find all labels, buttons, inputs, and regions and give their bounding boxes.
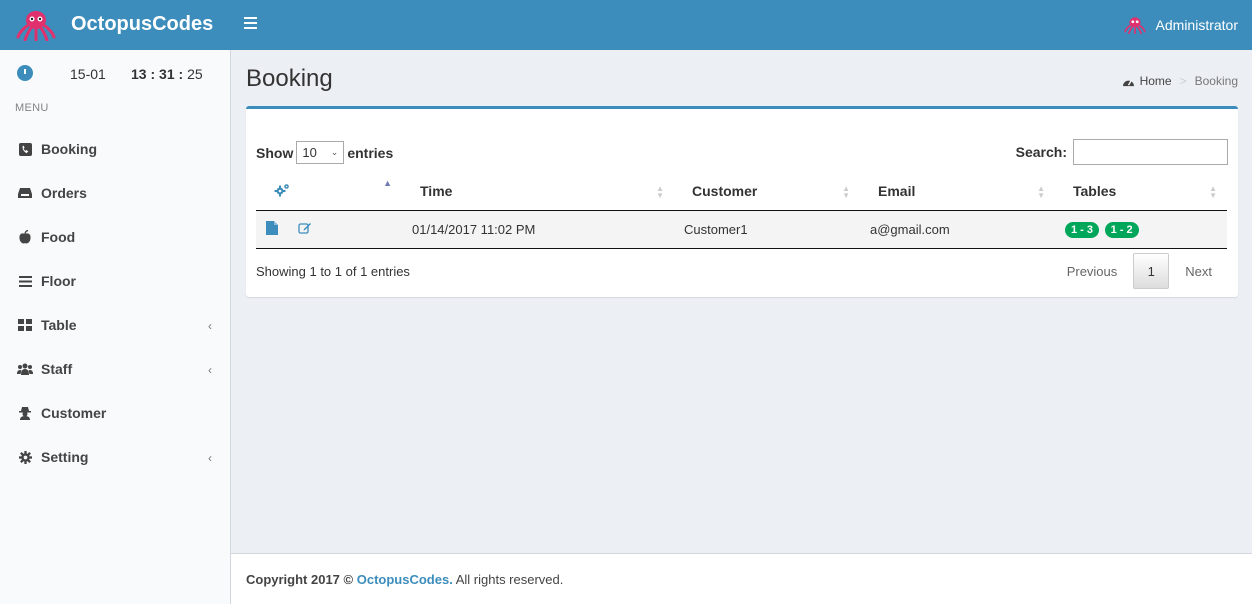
user-secret-icon — [17, 405, 33, 421]
page-title: Booking — [246, 65, 333, 92]
sort-both-icon: ▲ ▼ — [1037, 184, 1045, 200]
sort-both-icon: ▲ ▼ — [1209, 184, 1217, 200]
entries-length-control: Show 10 ⌄ entries — [256, 141, 393, 164]
sidebar-item-label: Orders — [41, 185, 87, 201]
brand-logo-area[interactable]: OctopusCodes — [0, 0, 230, 50]
hamburger-line-icon — [244, 22, 257, 24]
clock-seconds: 25 — [187, 66, 203, 82]
dashboard-icon — [1122, 79, 1134, 86]
column-header-time[interactable]: Time ▲ ▼ — [402, 173, 674, 211]
sidebar-item-table[interactable]: Table ‹ — [0, 303, 230, 347]
gear-icon — [17, 449, 33, 465]
sidebar-menu: Booking Orders Food Floor Table ‹ Staff … — [0, 127, 230, 479]
top-navbar: OctopusCodes Administrator — [0, 0, 1252, 50]
sidebar-item-booking[interactable]: Booking — [0, 127, 230, 171]
breadcrumb-home-link[interactable]: Home — [1122, 74, 1172, 88]
sidebar-item-food[interactable]: Food — [0, 215, 230, 259]
edit-icon[interactable] — [297, 221, 312, 235]
sidebar-item-staff[interactable]: Staff ‹ — [0, 347, 230, 391]
file-icon[interactable] — [266, 220, 278, 235]
column-header-actions[interactable]: ▲ — [256, 173, 402, 211]
hamburger-line-icon — [244, 27, 257, 29]
entries-select[interactable]: 10 ⌄ — [296, 141, 345, 164]
breadcrumb-home-label: Home — [1139, 74, 1172, 88]
cell-time: 01/14/2017 11:02 PM — [402, 210, 674, 249]
sidebar-item-customer[interactable]: Customer — [0, 391, 230, 435]
sidebar-item-label: Setting — [41, 449, 89, 465]
octopus-logo-icon — [16, 11, 56, 41]
booking-table-box: Show 10 ⌄ entries Search: ▲ Time ▲ ▼ Cus… — [246, 106, 1238, 297]
copyright-suffix: All rights reserved. — [455, 572, 564, 587]
clock-icon — [17, 65, 33, 81]
users-icon — [17, 361, 33, 377]
search-label: Search: — [1015, 144, 1067, 160]
sidebar-item-orders[interactable]: Orders — [0, 171, 230, 215]
sidebar-item-label: Booking — [41, 141, 97, 157]
user-name: Administrator — [1155, 17, 1238, 33]
gears-icon — [274, 183, 289, 197]
chevron-down-icon: ⌄ — [330, 147, 339, 157]
breadcrumb-current: Booking — [1194, 74, 1238, 88]
chevron-left-icon: ‹ — [208, 363, 212, 377]
cell-customer: Customer1 — [674, 210, 860, 249]
sort-both-icon: ▲ ▼ — [842, 184, 850, 200]
footer: Copyright 2017 © OctopusCodes. All right… — [231, 553, 1252, 604]
user-avatar-icon — [1123, 17, 1146, 34]
sidebar-clock: 15-01 13 : 31 : 25 — [0, 50, 230, 100]
chevron-left-icon: ‹ — [208, 319, 212, 333]
sidebar-item-floor[interactable]: Floor — [0, 259, 230, 303]
sidebar: 15-01 13 : 31 : 25 MENU Booking Orders F… — [0, 50, 231, 604]
sidebar-item-setting[interactable]: Setting ‹ — [0, 435, 230, 479]
copyright-text: Copyright 2017 © OctopusCodes. All right… — [246, 572, 563, 587]
row-actions-cell — [256, 210, 402, 249]
sort-both-icon: ▲ ▼ — [656, 184, 664, 200]
copyright-prefix: Copyright 2017 © — [246, 572, 354, 587]
entries-label: entries — [347, 144, 394, 161]
pagination-next-button[interactable]: Next — [1169, 253, 1228, 289]
show-label: Show — [256, 144, 294, 161]
pagination-page-button[interactable]: 1 — [1133, 253, 1170, 289]
breadcrumb-separator: > — [1179, 74, 1187, 88]
entries-select-value: 10 — [302, 145, 317, 160]
footer-brand-link[interactable]: OctopusCodes. — [357, 572, 453, 587]
chevron-left-icon: ‹ — [208, 451, 212, 465]
brand-name: OctopusCodes — [71, 13, 214, 35]
breadcrumb: Home > Booking — [1122, 74, 1238, 88]
hamburger-line-icon — [244, 17, 257, 19]
clock-hours: 13 — [131, 66, 147, 82]
inbox-icon — [17, 185, 33, 201]
pagination-previous-button[interactable]: Previous — [1051, 253, 1134, 289]
column-header-email[interactable]: Email ▲ ▼ — [860, 173, 1055, 211]
clock-date: 15-01 — [70, 66, 106, 82]
menu-header: MENU — [15, 102, 49, 114]
table-header-row: ▲ Time ▲ ▼ Customer ▲ ▼ Email ▲ ▼ Tables… — [256, 173, 1227, 211]
grid-icon — [17, 317, 33, 333]
sidebar-item-label: Floor — [41, 273, 76, 289]
main-content: Booking Home > Booking Show 10 ⌄ entries… — [231, 50, 1252, 553]
list-icon — [17, 273, 33, 289]
clock-minutes: 31 — [159, 66, 175, 82]
table-info: Showing 1 to 1 of 1 entries — [256, 264, 410, 279]
user-menu[interactable]: Administrator — [1123, 0, 1238, 50]
sidebar-toggle-button[interactable] — [244, 17, 258, 31]
table-search: Search: — [1016, 139, 1228, 165]
column-header-customer[interactable]: Customer ▲ ▼ — [674, 173, 860, 211]
apple-icon — [17, 229, 33, 245]
table-badge: 1 - 2 — [1104, 221, 1139, 238]
sidebar-item-label: Staff — [41, 361, 73, 377]
table-row: 01/14/2017 11:02 PM Customer1 a@gmail.co… — [256, 210, 1227, 249]
cell-email: a@gmail.com — [860, 210, 1055, 249]
pagination: Previous 1 Next — [1051, 253, 1228, 289]
cell-tables: 1 - 3 1 - 2 — [1055, 210, 1227, 249]
sidebar-item-label: Table — [41, 317, 77, 333]
phone-icon — [17, 141, 33, 157]
search-input[interactable] — [1073, 139, 1228, 165]
booking-table: ▲ Time ▲ ▼ Customer ▲ ▼ Email ▲ ▼ Tables… — [256, 173, 1227, 249]
column-header-tables[interactable]: Tables ▲ ▼ — [1055, 173, 1227, 211]
sidebar-item-label: Customer — [41, 405, 107, 421]
table-badge: 1 - 3 — [1065, 221, 1100, 238]
sort-asc-icon: ▲ — [383, 178, 392, 188]
sidebar-item-label: Food — [41, 229, 76, 245]
clock-time: 13 : 31 : 25 — [131, 66, 203, 82]
